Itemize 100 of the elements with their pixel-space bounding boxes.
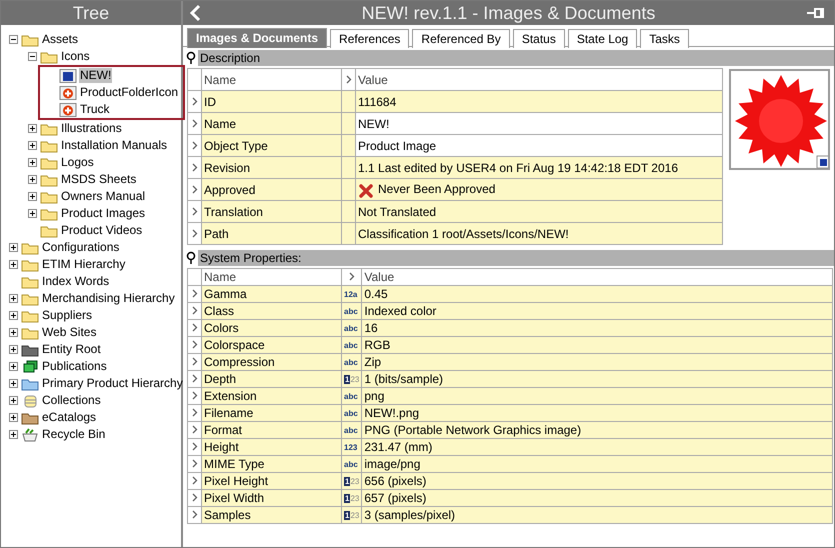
- chevron-icon[interactable]: [192, 227, 198, 240]
- tree-item[interactable]: Installation Manuals: [60, 138, 168, 153]
- tree-item[interactable]: MSDS Sheets: [60, 172, 138, 187]
- tree-item[interactable]: NEW!: [79, 68, 112, 83]
- chevron-icon[interactable]: [346, 73, 352, 86]
- chevron-icon[interactable]: [192, 372, 198, 384]
- field-label: Colors: [204, 320, 239, 334]
- tree-item[interactable]: Publications: [41, 359, 108, 374]
- field-label: Class: [204, 304, 234, 318]
- basket-icon: [21, 428, 39, 442]
- collapse-icon[interactable]: [9, 35, 18, 44]
- chevron-icon[interactable]: [192, 95, 198, 108]
- tab[interactable]: State Log: [568, 29, 638, 48]
- pin-icon[interactable]: [186, 250, 196, 264]
- expand-icon[interactable]: [28, 141, 37, 150]
- expand-icon[interactable]: [28, 158, 37, 167]
- field-value: Not Translated: [358, 204, 436, 218]
- collapse-icon[interactable]: [28, 52, 37, 61]
- tree-item[interactable]: Suppliers: [41, 308, 94, 323]
- expand-icon[interactable]: [9, 345, 18, 354]
- tree-item[interactable]: Illustrations: [60, 121, 123, 136]
- folder-icon: [40, 224, 58, 238]
- expand-icon[interactable]: [9, 430, 18, 439]
- chevron-icon[interactable]: [192, 424, 198, 436]
- chevron-icon[interactable]: [192, 406, 198, 418]
- folder-icon: [40, 156, 58, 170]
- stack-icon: [21, 360, 39, 374]
- chevron-icon[interactable]: [348, 270, 355, 282]
- field-value: Zip: [364, 354, 382, 368]
- expand-icon[interactable]: [9, 243, 18, 252]
- expand-icon[interactable]: [9, 379, 18, 388]
- expand-icon[interactable]: [9, 294, 18, 303]
- column-header: Value: [358, 72, 388, 86]
- chevron-icon[interactable]: [192, 183, 198, 196]
- expand-icon[interactable]: [9, 260, 18, 269]
- tree-item[interactable]: Configurations: [41, 240, 120, 255]
- expand-icon[interactable]: [28, 209, 37, 218]
- chevron-icon[interactable]: [192, 338, 198, 350]
- field-label: Format: [204, 422, 242, 436]
- tree-item[interactable]: Entity Root: [41, 342, 102, 357]
- tree-item[interactable]: Product Images: [60, 206, 146, 221]
- folder-icon: [21, 410, 39, 424]
- expand-icon[interactable]: [28, 175, 37, 184]
- tree-item[interactable]: Web Sites: [41, 325, 98, 340]
- chevron-icon[interactable]: [192, 390, 198, 402]
- type-icon: abc: [344, 460, 358, 469]
- tree-item[interactable]: Truck: [79, 102, 111, 117]
- tree-item[interactable]: Owners Manual: [60, 189, 146, 204]
- chevron-icon[interactable]: [192, 356, 198, 368]
- tree-item[interactable]: Collections: [41, 393, 102, 408]
- expand-icon[interactable]: [9, 311, 18, 320]
- section-header[interactable]: System Properties:: [198, 250, 834, 266]
- field-label: ID: [204, 94, 216, 108]
- column-header: Name: [204, 72, 236, 86]
- tree-item[interactable]: Index Words: [41, 274, 110, 289]
- expand-icon[interactable]: [9, 328, 18, 337]
- chevron-icon[interactable]: [192, 205, 198, 218]
- tree-item[interactable]: Logos: [60, 155, 95, 170]
- tab[interactable]: Images & Documents: [187, 28, 328, 48]
- expand-icon[interactable]: [9, 413, 18, 422]
- field-value: 16: [364, 320, 378, 334]
- folder-icon: [21, 308, 39, 322]
- section-header[interactable]: Description: [198, 50, 834, 66]
- tab[interactable]: Tasks: [640, 29, 689, 48]
- tree-item[interactable]: Merchandising Hierarchy: [41, 291, 176, 306]
- field-label: Compression: [204, 354, 275, 368]
- chevron-icon[interactable]: [192, 117, 198, 130]
- chevron-icon[interactable]: [192, 474, 198, 486]
- expand-icon[interactable]: [9, 362, 18, 371]
- field-value: Indexed color: [364, 304, 436, 318]
- field-value: 1 (bits/sample): [364, 372, 444, 386]
- expand-icon[interactable]: [28, 192, 37, 201]
- expand-icon[interactable]: [28, 124, 37, 133]
- tab[interactable]: Referenced By: [412, 29, 510, 48]
- chevron-icon[interactable]: [192, 139, 198, 152]
- chevron-icon[interactable]: [192, 322, 198, 334]
- type-icon: abc: [344, 392, 358, 401]
- tab[interactable]: Status: [512, 29, 565, 48]
- tree-item[interactable]: Assets: [41, 32, 80, 47]
- tree-item[interactable]: Icons: [60, 49, 91, 64]
- tree-item[interactable]: ProductFolderIcon: [79, 85, 180, 100]
- chevron-icon[interactable]: [192, 492, 198, 504]
- chevron-icon[interactable]: [192, 161, 198, 174]
- chevron-icon[interactable]: [192, 440, 198, 452]
- field-value: Classification 1 root/Assets/Icons/NEW!: [358, 226, 569, 240]
- chevron-icon[interactable]: [192, 458, 198, 470]
- tree-item[interactable]: ETIM Hierarchy: [41, 257, 126, 272]
- chevron-icon[interactable]: [192, 304, 198, 316]
- field-label: Object Type: [204, 138, 268, 152]
- field-value: 656 (pixels): [364, 474, 426, 488]
- tree-item[interactable]: Recycle Bin: [41, 427, 106, 442]
- folder-icon: [21, 342, 39, 356]
- chevron-icon[interactable]: [192, 288, 198, 300]
- tab[interactable]: References: [330, 29, 410, 48]
- pin-icon[interactable]: [186, 50, 196, 64]
- expand-icon[interactable]: [9, 396, 18, 405]
- tree-item[interactable]: eCatalogs: [41, 410, 98, 425]
- tree-item[interactable]: Primary Product Hierarchy: [41, 376, 184, 391]
- tree-item[interactable]: Product Videos: [60, 223, 144, 238]
- chevron-icon[interactable]: [192, 508, 198, 520]
